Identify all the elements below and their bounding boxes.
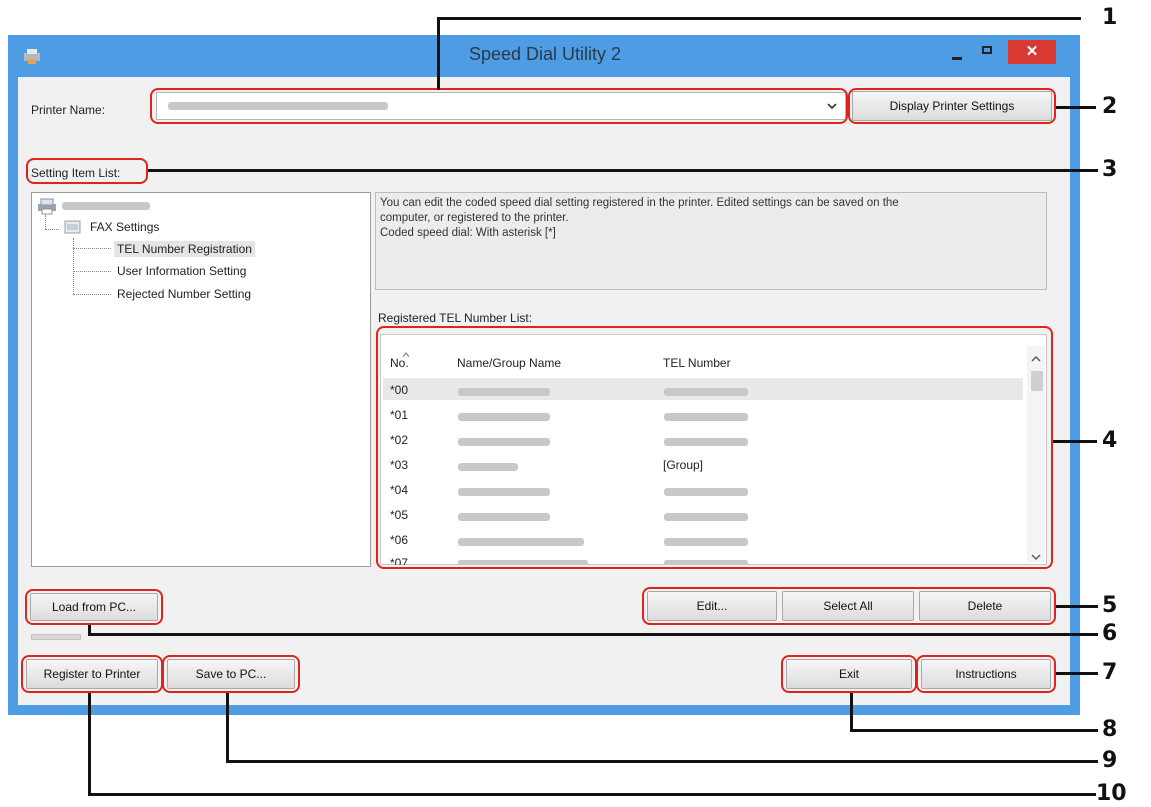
leader-line (1056, 672, 1098, 675)
callout-number: 7 (1102, 660, 1118, 685)
tree-item-rejected-number-setting[interactable]: Rejected Number Setting (117, 287, 251, 301)
app-icon (22, 47, 44, 65)
callout-number: 5 (1102, 593, 1118, 618)
tree-item-fax-settings[interactable]: FAX Settings (90, 220, 159, 234)
callout-box (150, 88, 848, 124)
callout-box (781, 655, 917, 693)
callout-number: 2 (1102, 94, 1118, 119)
leader-line (437, 17, 440, 90)
callout-box (916, 655, 1056, 693)
folder-icon (62, 218, 84, 236)
window-title: Speed Dial Utility 2 (468, 44, 622, 64)
leader-line (148, 169, 1098, 172)
callout-box (26, 158, 148, 184)
callout-number: 6 (1102, 621, 1118, 646)
description-text: You can edit the coded speed dial settin… (380, 196, 1044, 241)
printer-icon (36, 197, 58, 215)
callout-number: 4 (1102, 428, 1118, 453)
callout-number: 10 (1096, 781, 1127, 806)
callout-box (642, 587, 1056, 625)
leader-line (1053, 440, 1097, 443)
callout-box (25, 589, 163, 625)
leader-line (88, 633, 1098, 636)
leader-line (437, 17, 1081, 20)
leader-line (1056, 605, 1098, 608)
leader-line (850, 693, 853, 730)
maximize-icon[interactable] (978, 42, 998, 62)
leader-line (850, 729, 1098, 732)
callout-number: 3 (1102, 157, 1118, 182)
leader-line (226, 693, 229, 762)
description-line: Coded speed dial: With asterisk [*] (380, 227, 556, 239)
callout-box (848, 88, 1056, 124)
leader-line (226, 760, 1098, 763)
leader-line (88, 793, 1096, 796)
description-line: computer, or registered to the printer. (380, 212, 569, 224)
progress-bar (31, 634, 81, 640)
tree-item-tel-number-registration[interactable]: TEL Number Registration (114, 241, 255, 257)
callout-box (21, 655, 163, 693)
close-icon[interactable]: ✕ (1008, 40, 1056, 64)
printer-tree-root-redacted[interactable] (62, 202, 150, 210)
callout-number: 8 (1102, 717, 1118, 742)
callout-number: 1 (1102, 5, 1118, 30)
callout-number: 9 (1102, 748, 1118, 773)
leader-line (88, 693, 91, 795)
minimize-icon[interactable] (948, 44, 968, 64)
tree-item-user-information-setting[interactable]: User Information Setting (117, 264, 246, 278)
leader-line (1056, 106, 1096, 109)
registered-tel-list-label: Registered TEL Number List: (378, 311, 533, 325)
callout-box (376, 326, 1053, 569)
printer-name-label: Printer Name: (31, 103, 106, 117)
description-line: You can edit the coded speed dial settin… (380, 197, 899, 209)
callout-box (162, 655, 300, 693)
